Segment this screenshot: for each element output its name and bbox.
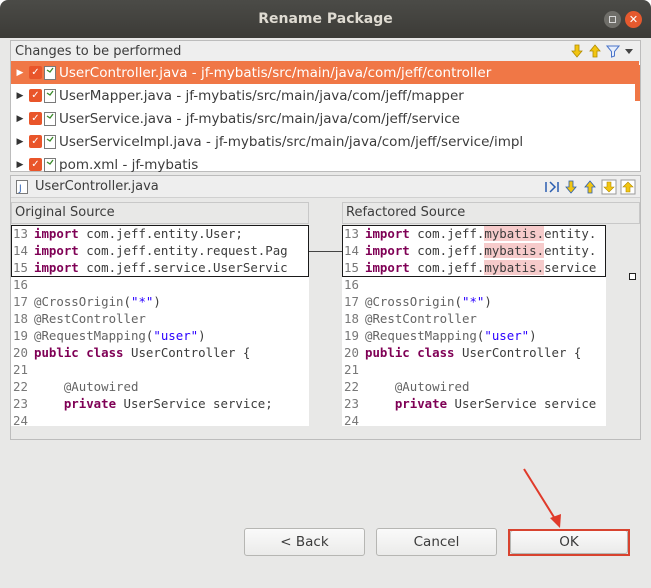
change-row-label: UserServiceImpl.java - jf-mybatis/src/ma…: [59, 133, 524, 150]
java-file-icon: J: [16, 180, 28, 194]
change-row-label: UserController.java - jf-mybatis/src/mai…: [59, 64, 492, 81]
next-change-icon[interactable]: [570, 44, 584, 58]
previous-difference-icon[interactable]: [582, 179, 598, 199]
ok-highlight-box: [508, 529, 630, 556]
change-row[interactable]: ▶ ✓ UserServiceImpl.java - jf-mybatis/sr…: [11, 130, 639, 153]
change-row-label: pom.xml - jf-mybatis: [59, 156, 199, 173]
change-row-label: UserMapper.java - jf-mybatis/src/main/ja…: [59, 87, 464, 104]
code-line: 21: [344, 362, 359, 377]
code-line: 23 private UserService service;: [13, 396, 273, 411]
refactored-source-pane[interactable]: 13 import com.jeff.mybatis.entity. 14 impo…: [342, 225, 606, 426]
java-file-icon: [44, 88, 56, 103]
checkbox-checked-icon[interactable]: ✓: [29, 66, 42, 79]
annotation-arrow-icon: [523, 468, 561, 528]
code-line: 19 @RequestMapping("user"): [13, 328, 206, 343]
svg-text:J: J: [18, 184, 22, 194]
code-line: 24: [13, 413, 28, 426]
expand-arrow-icon[interactable]: ▶: [11, 114, 29, 124]
next-change-icon[interactable]: [601, 179, 617, 199]
previous-change-icon[interactable]: [620, 179, 636, 199]
cancel-button[interactable]: Cancel: [376, 528, 497, 556]
changes-header-label: Changes to be performed: [15, 44, 182, 59]
restore-button[interactable]: [604, 11, 621, 28]
resize-handle[interactable]: [629, 273, 636, 280]
checkbox-checked-icon[interactable]: ✓: [29, 135, 42, 148]
refactored-source-header: Refactored Source: [342, 202, 640, 224]
diff-connector: [309, 251, 342, 252]
preview-file-name: UserController.java: [35, 179, 159, 194]
diff-region-box: [11, 225, 309, 277]
expand-arrow-icon[interactable]: ▶: [11, 137, 29, 147]
code-line: 16: [344, 277, 359, 292]
diff-gutter: [309, 225, 342, 426]
compare-preview-panel: J UserController.java Original Source Re…: [10, 175, 641, 440]
expand-arrow-icon[interactable]: ▶: [11, 91, 29, 101]
back-button[interactable]: < Back: [244, 528, 365, 556]
changes-header: Changes to be performed: [11, 41, 640, 63]
code-line: 18 @RestController: [13, 311, 146, 326]
expand-arrow-icon[interactable]: ▶: [11, 160, 29, 170]
changes-scrollbar[interactable]: [635, 65, 640, 101]
view-menu-chevron-down-icon[interactable]: [624, 44, 634, 58]
code-line: 17 @CrossOrigin("*"): [13, 294, 161, 309]
change-row[interactable]: ▶ ✓ pom.xml - jf-mybatis: [11, 153, 639, 176]
ignore-whitespace-icon[interactable]: [544, 179, 560, 199]
code-line: 23 private UserService service: [344, 396, 597, 411]
code-line: 20 public class UserController {: [344, 345, 582, 360]
code-line: 19 @RequestMapping("user"): [344, 328, 537, 343]
preview-title-bar: J UserController.java: [11, 176, 640, 198]
rename-package-dialog: Rename Package ✕ Changes to be performed: [0, 0, 651, 588]
original-source-pane[interactable]: 13 import com.jeff.entity.User; 14 import …: [11, 225, 309, 426]
change-row[interactable]: ▶ ✓ UserService.java - jf-mybatis/src/ma…: [11, 107, 639, 130]
code-line: 16: [13, 277, 28, 292]
java-file-icon: [44, 111, 56, 126]
close-button[interactable]: ✕: [625, 11, 642, 28]
change-row[interactable]: ▶ ✓ UserController.java - jf-mybatis/src…: [11, 61, 639, 84]
code-line: 22 @Autowired: [13, 379, 139, 394]
code-line: 24: [344, 413, 359, 426]
checkbox-checked-icon[interactable]: ✓: [29, 158, 42, 171]
checkbox-checked-icon[interactable]: ✓: [29, 112, 42, 125]
close-icon: ✕: [628, 13, 639, 26]
xml-file-icon: [44, 157, 56, 172]
code-line: 22 @Autowired: [344, 379, 470, 394]
code-line: 21: [13, 362, 28, 377]
changes-panel: Changes to be performed ▶ ✓ UserControll…: [10, 40, 641, 173]
java-file-icon: [44, 134, 56, 149]
diff-region-box: [342, 225, 606, 277]
change-row-label: UserService.java - jf-mybatis/src/main/j…: [59, 110, 460, 127]
expand-arrow-icon[interactable]: ▶: [11, 68, 29, 78]
previous-change-icon[interactable]: [588, 44, 602, 58]
code-line: 18 @RestController: [344, 311, 477, 326]
overview-ruler: [606, 225, 640, 426]
original-source-header: Original Source: [11, 202, 309, 224]
title-bar: Rename Package ✕: [0, 0, 651, 38]
filter-icon[interactable]: [606, 44, 620, 58]
dialog-title: Rename Package: [258, 11, 393, 27]
code-line: 17 @CrossOrigin("*"): [344, 294, 492, 309]
change-row[interactable]: ▶ ✓ UserMapper.java - jf-mybatis/src/mai…: [11, 84, 639, 107]
restore-icon: [609, 16, 616, 23]
next-difference-icon[interactable]: [563, 179, 579, 199]
checkbox-checked-icon[interactable]: ✓: [29, 89, 42, 102]
code-line: 20 public class UserController {: [13, 345, 251, 360]
java-file-icon: [44, 65, 56, 80]
